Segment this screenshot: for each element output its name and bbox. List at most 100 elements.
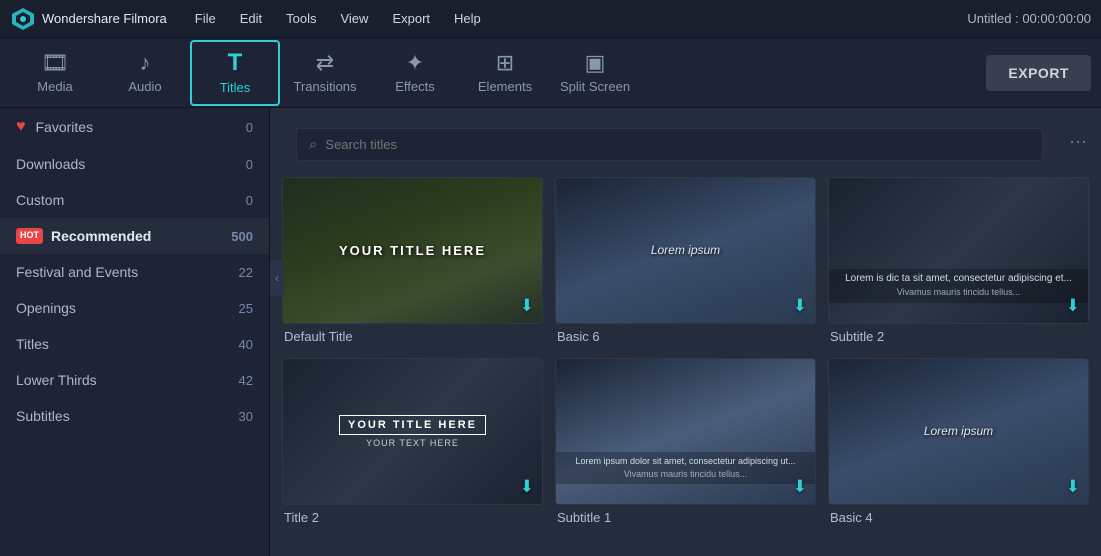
download-arrow-basic-4[interactable]: ⬇ xyxy=(1066,477,1080,497)
box-title-top-text: YOUR TITLE HERE xyxy=(339,415,486,435)
main-content: ♥ Favorites 0 Downloads 0 Custom 0 HOT R… xyxy=(0,108,1101,556)
titles-icon: T xyxy=(228,51,243,75)
thumb-subtitle-text: Lorem is dic ta sit amet, consectetur ad… xyxy=(829,269,1088,303)
search-icon: ⌕ xyxy=(309,136,317,153)
thumb-label-subtitle-2: Subtitle 2 xyxy=(828,329,1089,344)
thumb-label-default-title: Default Title xyxy=(282,329,543,344)
thumb-title-text-default: YOUR TITLE HERE xyxy=(339,243,486,259)
sidebar-recommended-count: 500 xyxy=(231,229,253,244)
sidebar: ♥ Favorites 0 Downloads 0 Custom 0 HOT R… xyxy=(0,108,270,556)
app-logo-icon xyxy=(10,6,36,32)
sidebar-item-downloads[interactable]: Downloads 0 xyxy=(0,146,269,182)
sidebar-titles-label: Titles xyxy=(16,336,49,352)
tab-elements[interactable]: ⊞ Elements xyxy=(460,40,550,106)
sidebar-festival-label: Festival and Events xyxy=(16,264,138,280)
elements-icon: ⊞ xyxy=(496,52,514,74)
export-button[interactable]: EXPORT xyxy=(986,55,1091,91)
box-title-container: YOUR TITLE HERE YOUR TEXT HERE xyxy=(339,415,486,448)
tab-elements-label: Elements xyxy=(478,79,532,94)
split-screen-icon: ▣ xyxy=(585,52,606,74)
menu-edit[interactable]: Edit xyxy=(230,7,272,30)
thumb-label-basic-6: Basic 6 xyxy=(555,329,816,344)
sidebar-favorites-count: 0 xyxy=(246,120,253,135)
thumb-default-title[interactable]: YOUR TITLE HERE ⬇ Default Title xyxy=(282,177,543,344)
thumb-subtitle-2[interactable]: Lorem is dic ta sit amet, consectetur ad… xyxy=(828,177,1089,344)
download-arrow-subtitle-2[interactable]: ⬇ xyxy=(1066,296,1080,316)
tab-bar: 🎞 Media ♪ Audio T Titles ⇄ Transitions ✦… xyxy=(0,38,1101,108)
app-logo: Wondershare Filmora xyxy=(10,6,167,32)
download-arrow-subtitle-1[interactable]: ⬇ xyxy=(793,477,807,497)
search-bar: ⌕ xyxy=(296,128,1043,161)
thumb-title-2[interactable]: YOUR TITLE HERE YOUR TEXT HERE ⬇ Title 2 xyxy=(282,358,543,525)
heart-icon: ♥ xyxy=(16,118,26,136)
thumb-subtitle-1[interactable]: Lorem ipsum dolor sit amet, consectetur … xyxy=(555,358,816,525)
tab-audio[interactable]: ♪ Audio xyxy=(100,40,190,106)
sidebar-favorites-label: Favorites xyxy=(36,119,94,135)
box-title-sub-text: YOUR TEXT HERE xyxy=(366,438,459,448)
thumb-subtitle-1-text: Lorem ipsum dolor sit amet, consectetur … xyxy=(556,452,815,483)
transitions-icon: ⇄ xyxy=(316,52,334,74)
project-title: Untitled : 00:00:00:00 xyxy=(967,11,1091,26)
download-arrow-title-2[interactable]: ⬇ xyxy=(520,477,534,497)
tab-split-screen[interactable]: ▣ Split Screen xyxy=(550,40,640,106)
thumbnails-grid: YOUR TITLE HERE ⬇ Default Title Lorem ip… xyxy=(270,171,1101,556)
tab-split-screen-label: Split Screen xyxy=(560,79,630,94)
download-arrow-basic-6[interactable]: ⬇ xyxy=(793,296,807,316)
panel: ⌕ ⋯ YOUR TITLE HERE ⬇ Default Title Lore… xyxy=(270,108,1101,556)
menu-help[interactable]: Help xyxy=(444,7,491,30)
sidebar-item-lower-thirds[interactable]: Lower Thirds 42 xyxy=(0,362,269,398)
menu-export[interactable]: Export xyxy=(382,7,440,30)
sidebar-subtitles-label: Subtitles xyxy=(16,408,70,424)
tab-effects-label: Effects xyxy=(395,79,435,94)
menu-bar: Wondershare Filmora File Edit Tools View… xyxy=(0,0,1101,38)
effects-icon: ✦ xyxy=(406,52,424,74)
sidebar-subtitles-count: 30 xyxy=(239,409,253,424)
sidebar-openings-count: 25 xyxy=(239,301,253,316)
media-icon: 🎞 xyxy=(41,52,69,74)
sidebar-custom-count: 0 xyxy=(246,193,253,208)
sidebar-item-openings[interactable]: Openings 25 xyxy=(0,290,269,326)
hot-badge: HOT xyxy=(16,228,43,244)
thumb-label-subtitle-1: Subtitle 1 xyxy=(555,510,816,525)
sidebar-item-recommended[interactable]: HOT Recommended 500 xyxy=(0,218,269,254)
sidebar-item-festival-events[interactable]: Festival and Events 22 xyxy=(0,254,269,290)
thumb-img-default-title: YOUR TITLE HERE ⬇ xyxy=(282,177,543,324)
thumb-img-basic-4: Lorem ipsum ⬇ xyxy=(828,358,1089,505)
sidebar-downloads-count: 0 xyxy=(246,157,253,172)
sidebar-downloads-label: Downloads xyxy=(16,156,85,172)
sidebar-titles-count: 40 xyxy=(239,337,253,352)
thumb-label-basic-4: Basic 4 xyxy=(828,510,1089,525)
sidebar-item-titles[interactable]: Titles 40 xyxy=(0,326,269,362)
thumb-basic-4[interactable]: Lorem ipsum ⬇ Basic 4 xyxy=(828,358,1089,525)
tab-media[interactable]: 🎞 Media xyxy=(10,40,100,106)
search-input[interactable] xyxy=(325,137,1030,152)
download-arrow-default-title[interactable]: ⬇ xyxy=(520,296,534,316)
tab-effects[interactable]: ✦ Effects xyxy=(370,40,460,106)
audio-icon: ♪ xyxy=(140,52,151,74)
sidebar-lower-thirds-label: Lower Thirds xyxy=(16,372,97,388)
tab-transitions[interactable]: ⇄ Transitions xyxy=(280,40,370,106)
sidebar-item-custom[interactable]: Custom 0 xyxy=(0,182,269,218)
thumb-img-basic-6: Lorem ipsum ⬇ xyxy=(555,177,816,324)
menu-view[interactable]: View xyxy=(330,7,378,30)
thumb-label-title-2: Title 2 xyxy=(282,510,543,525)
thumb-img-subtitle-1: Lorem ipsum dolor sit amet, consectetur … xyxy=(555,358,816,505)
menu-file[interactable]: File xyxy=(185,7,226,30)
menu-tools[interactable]: Tools xyxy=(276,7,326,30)
tab-audio-label: Audio xyxy=(128,79,161,94)
app-name-label: Wondershare Filmora xyxy=(42,11,167,26)
tab-titles[interactable]: T Titles xyxy=(190,40,280,106)
thumb-lorem-basic4: Lorem ipsum xyxy=(924,424,993,438)
tab-titles-label: Titles xyxy=(220,80,251,95)
sidebar-festival-count: 22 xyxy=(239,265,253,280)
sidebar-recommended-label: Recommended xyxy=(51,228,151,244)
sidebar-item-favorites[interactable]: ♥ Favorites 0 xyxy=(0,108,269,146)
thumb-basic-6[interactable]: Lorem ipsum ⬇ Basic 6 xyxy=(555,177,816,344)
sidebar-openings-label: Openings xyxy=(16,300,76,316)
sidebar-lower-thirds-count: 42 xyxy=(239,373,253,388)
thumb-img-title-2: YOUR TITLE HERE YOUR TEXT HERE ⬇ xyxy=(282,358,543,505)
sidebar-collapse-handle[interactable]: ‹ xyxy=(270,260,284,296)
sidebar-item-subtitles[interactable]: Subtitles 30 xyxy=(0,398,269,434)
thumb-img-subtitle-2: Lorem is dic ta sit amet, consectetur ad… xyxy=(828,177,1089,324)
grid-view-toggle[interactable]: ⋯ xyxy=(1069,132,1087,153)
